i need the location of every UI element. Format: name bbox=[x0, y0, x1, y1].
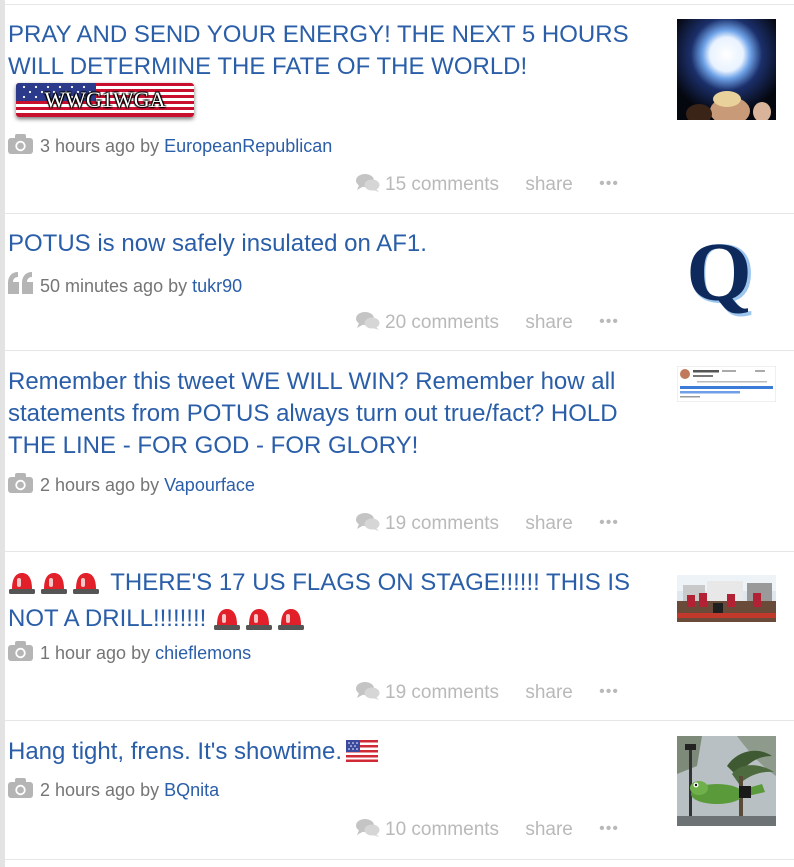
post-time: 2 hours ago bbox=[40, 780, 136, 800]
comments-count: 15 comments bbox=[385, 174, 500, 195]
by-label: by bbox=[168, 276, 188, 296]
comments-count: 10 comments bbox=[385, 819, 500, 840]
post-title-link[interactable]: THERE'S 17 US FLAGS ON STAGE!!!!!! THIS … bbox=[8, 567, 663, 639]
post-title: PRAY AND SEND YOUR ENERGY! THE NEXT 5 HO… bbox=[8, 21, 629, 80]
post-title-link[interactable]: Remember this tweet WE WILL WIN? Remembe… bbox=[8, 366, 663, 462]
post-meta: 50 minutes ago by tukr90 bbox=[8, 272, 242, 299]
siren-emoji-icon bbox=[40, 570, 68, 603]
camera-icon bbox=[8, 778, 33, 803]
post-title: THERE'S 17 US FLAGS ON STAGE!!!!!! THIS … bbox=[8, 569, 631, 632]
author-link[interactable]: Vapourface bbox=[164, 475, 255, 495]
siren-emoji-icon bbox=[245, 606, 273, 639]
post-title-link[interactable]: PRAY AND SEND YOUR ENERGY! THE NEXT 5 HO… bbox=[8, 19, 663, 122]
camera-icon bbox=[8, 641, 33, 666]
badge-label: WWG1WGA bbox=[44, 87, 166, 112]
author-link[interactable]: EuropeanRepublican bbox=[164, 136, 332, 156]
post-meta: 2 hours ago by Vapourface bbox=[8, 473, 255, 498]
wwg1wga-flag-badge: WWG1WGA bbox=[16, 83, 194, 117]
post-meta: 1 hour ago by chieflemons bbox=[8, 641, 251, 666]
siren-emoji-icon bbox=[277, 606, 305, 639]
tweet-screenshot-thumbnail bbox=[677, 366, 776, 402]
author-link[interactable]: BQnita bbox=[164, 780, 219, 800]
comments-count: 20 comments bbox=[385, 312, 500, 333]
post-title: Hang tight, frens. It's showtime. bbox=[8, 738, 343, 765]
comments-link[interactable]: 15 comments bbox=[356, 173, 499, 199]
post-meta: 3 hours ago by EuropeanRepublican bbox=[8, 134, 332, 159]
share-button[interactable]: share bbox=[525, 174, 573, 196]
post-actions: 19 comments share ••• bbox=[356, 512, 619, 538]
more-options-button[interactable]: ••• bbox=[599, 173, 619, 195]
post-actions: 10 comments share ••• bbox=[356, 818, 619, 844]
comments-link[interactable]: 10 comments bbox=[356, 818, 499, 844]
comments-link[interactable]: 19 comments bbox=[356, 681, 499, 707]
comments-icon bbox=[356, 681, 380, 707]
post-time: 3 hours ago bbox=[40, 136, 136, 156]
frog-storm-thumbnail bbox=[677, 736, 776, 826]
author-link[interactable]: tukr90 bbox=[192, 276, 242, 296]
post-title: POTUS is now safely insulated on AF1. bbox=[8, 230, 427, 257]
post-item: PRAY AND SEND YOUR ENERGY! THE NEXT 5 HO… bbox=[5, 5, 794, 214]
author-link[interactable]: chieflemons bbox=[155, 643, 251, 663]
siren-emoji-icon bbox=[213, 606, 241, 639]
post-item: Remember this tweet WE WILL WIN? Remembe… bbox=[5, 351, 794, 552]
share-button[interactable]: share bbox=[525, 682, 573, 704]
post-title-link[interactable]: POTUS is now safely insulated on AF1. bbox=[8, 228, 663, 260]
by-label: by bbox=[140, 136, 160, 156]
post-item: POTUS is now safely insulated on AF1. 50… bbox=[5, 214, 794, 351]
post-actions: 19 comments share ••• bbox=[356, 681, 619, 707]
post-meta: 2 hours ago by BQnita bbox=[8, 778, 219, 803]
post-title: Remember this tweet WE WILL WIN? Remembe… bbox=[8, 368, 618, 459]
stage-flags-thumbnail bbox=[677, 575, 776, 622]
post-thumbnail[interactable] bbox=[677, 736, 776, 826]
comments-link[interactable]: 20 comments bbox=[356, 311, 499, 337]
more-options-button[interactable]: ••• bbox=[599, 681, 619, 703]
post-feed: PRAY AND SEND YOUR ENERGY! THE NEXT 5 HO… bbox=[0, 0, 794, 867]
post-time: 2 hours ago bbox=[40, 475, 136, 495]
share-button[interactable]: share bbox=[525, 819, 573, 841]
share-button[interactable]: share bbox=[525, 513, 573, 535]
comments-icon bbox=[356, 173, 380, 199]
post-actions: 20 comments share ••• bbox=[356, 311, 619, 337]
comments-icon bbox=[356, 512, 380, 538]
more-options-button[interactable]: ••• bbox=[599, 512, 619, 534]
post-item: THERE'S 17 US FLAGS ON STAGE!!!!!! THIS … bbox=[5, 552, 794, 721]
comments-count: 19 comments bbox=[385, 513, 500, 534]
by-label: by bbox=[140, 780, 160, 800]
by-label: by bbox=[140, 475, 160, 495]
post-title-link[interactable]: Hang tight, frens. It's showtime. bbox=[8, 736, 663, 771]
post-thumbnail[interactable] bbox=[677, 366, 776, 402]
share-button[interactable]: share bbox=[525, 312, 573, 334]
post-time: 1 hour ago bbox=[40, 643, 127, 663]
post-thumbnail[interactable]: Q Q bbox=[677, 226, 776, 325]
more-options-button[interactable]: ••• bbox=[599, 311, 619, 333]
by-label: by bbox=[131, 643, 151, 663]
comments-count: 19 comments bbox=[385, 682, 500, 703]
post-thumbnail[interactable] bbox=[677, 575, 776, 622]
siren-emoji-icon bbox=[8, 570, 36, 603]
glowing-orb-thumbnail bbox=[677, 19, 776, 120]
more-options-button[interactable]: ••• bbox=[599, 818, 619, 840]
siren-emoji-icon bbox=[72, 570, 100, 603]
post-item: Hang tight, frens. It's showtime. 2 hour… bbox=[5, 721, 794, 860]
q-logo-letter: Q bbox=[686, 226, 751, 319]
us-flag-emoji-icon bbox=[346, 739, 379, 771]
quote-icon bbox=[8, 272, 33, 299]
q-logo-thumbnail: Q Q bbox=[677, 226, 776, 325]
camera-icon bbox=[8, 134, 33, 159]
camera-icon bbox=[8, 473, 33, 498]
post-time: 50 minutes ago bbox=[40, 276, 164, 296]
comments-icon bbox=[356, 818, 380, 844]
post-actions: 15 comments share ••• bbox=[356, 173, 619, 199]
comments-icon bbox=[356, 311, 380, 337]
comments-link[interactable]: 19 comments bbox=[356, 512, 499, 538]
post-thumbnail[interactable] bbox=[677, 19, 776, 120]
